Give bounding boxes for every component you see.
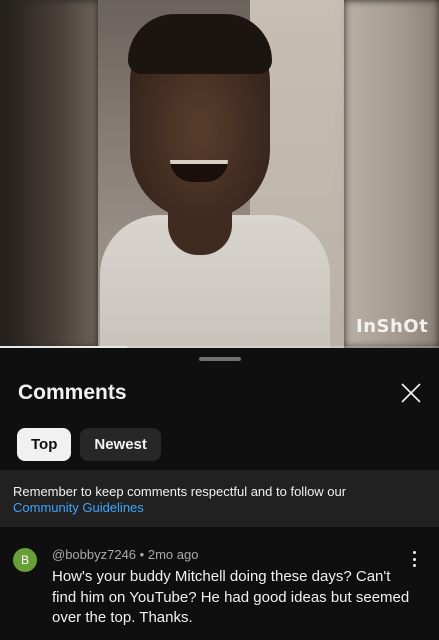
chip-top[interactable]: Top xyxy=(17,428,72,461)
comment-text: How's your buddy Mitchell doing these da… xyxy=(52,568,410,626)
video-progress-bar[interactable] xyxy=(0,346,439,348)
comments-title: Comments xyxy=(18,381,127,404)
meta-separator: • xyxy=(139,547,145,562)
video-progress-fill xyxy=(0,346,128,348)
video-player[interactable]: InShOt xyxy=(0,0,439,348)
notice-text: Remember to keep comments respectful and… xyxy=(13,484,347,499)
more-vertical-icon[interactable] xyxy=(408,551,420,567)
comments-sheet: Comments Top Newest Remember to keep com… xyxy=(0,349,439,640)
comment-time: 2mo ago xyxy=(147,547,199,562)
close-icon[interactable] xyxy=(398,380,424,406)
comment-author[interactable]: @bobbyz7246 xyxy=(52,547,136,562)
community-guidelines-link[interactable]: Community Guidelines xyxy=(13,500,426,516)
inshot-watermark: InShOt xyxy=(356,316,429,337)
comment-item: B @bobbyz7246 • 2mo ago How's your buddy… xyxy=(0,527,439,640)
video-frame-right-blur xyxy=(344,0,439,348)
drag-handle[interactable] xyxy=(199,357,241,361)
sort-chips: Top Newest xyxy=(17,428,161,461)
avatar[interactable]: B xyxy=(13,548,37,572)
comment-meta: @bobbyz7246 • 2mo ago xyxy=(52,547,198,562)
community-notice: Remember to keep comments respectful and… xyxy=(0,470,439,527)
chip-newest[interactable]: Newest xyxy=(80,428,161,461)
video-frame-left-blur xyxy=(0,0,98,348)
video-person-hair xyxy=(128,14,272,74)
